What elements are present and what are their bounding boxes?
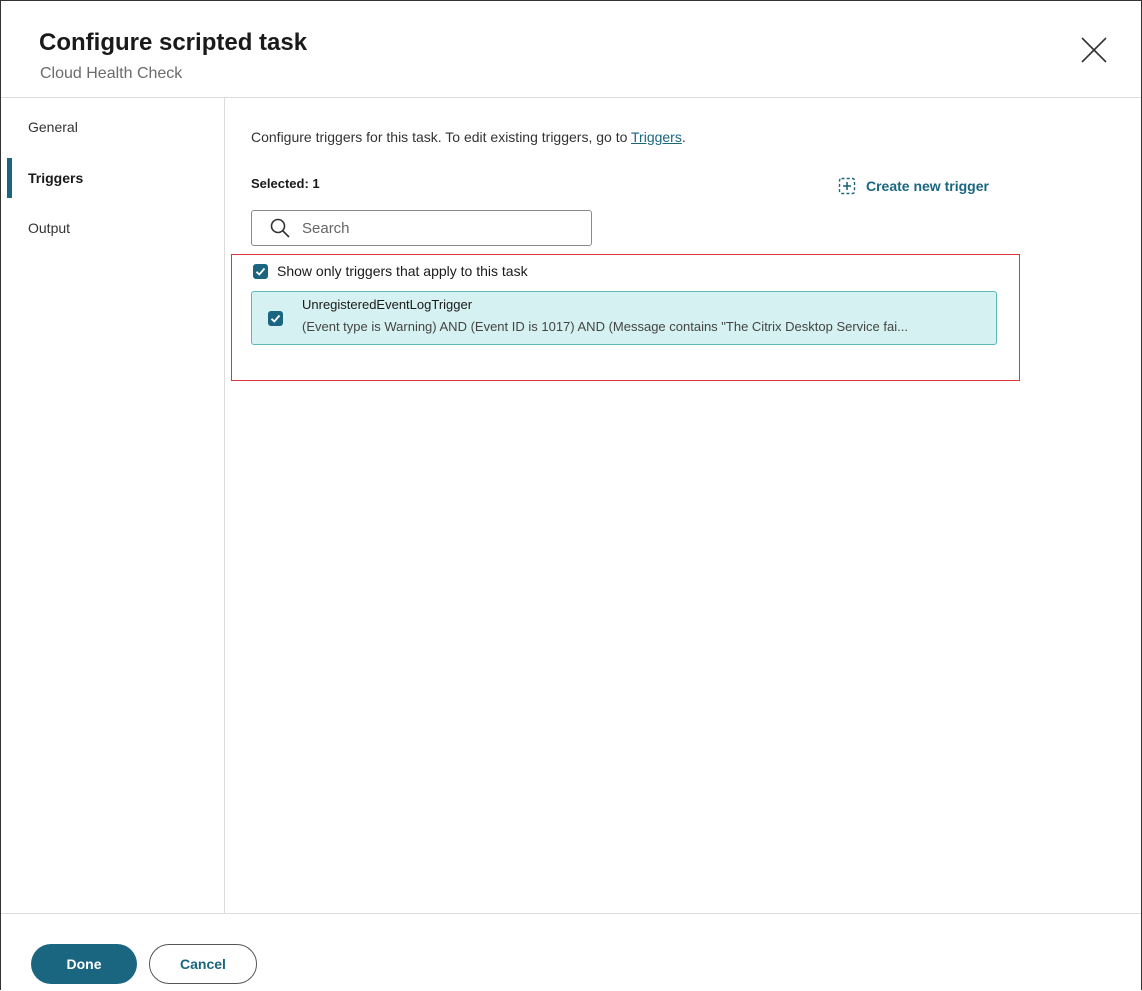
sidebar-nav: General Triggers Output [1,98,225,913]
dialog-subtitle: Cloud Health Check [40,65,183,82]
search-icon [270,218,290,238]
selected-count: Selected: 1 [251,176,320,191]
show-only-applicable-toggle[interactable]: Show only triggers that apply to this ta… [253,263,528,279]
trigger-checkbox[interactable] [268,311,283,326]
triggers-highlight-region: Show only triggers that apply to this ta… [231,254,1020,381]
trigger-list-item[interactable]: UnregisteredEventLogTrigger (Event type … [251,291,997,345]
dialog-footer: Done Cancel [1,913,1141,991]
cancel-button[interactable]: Cancel [149,944,257,984]
dialog-header: Configure scripted task Cloud Health Che… [1,1,1141,98]
triggers-panel: Configure triggers for this task. To edi… [226,98,1142,913]
show-only-checkbox[interactable] [253,263,268,279]
check-icon [270,314,281,323]
create-new-trigger-label: Create new trigger [866,178,989,194]
sidebar-item-general[interactable]: General [1,107,224,147]
intro-text: Configure triggers for this task. To edi… [251,129,686,145]
done-button[interactable]: Done [31,944,137,984]
close-button[interactable] [1079,35,1109,65]
sidebar-item-triggers[interactable]: Triggers [1,158,224,198]
configure-task-dialog: Configure scripted task Cloud Health Che… [0,0,1142,990]
sidebar-item-output[interactable]: Output [1,208,224,248]
intro-text-body: Configure triggers for this task. To edi… [251,129,632,145]
intro-text-end: . [681,129,686,145]
add-box-icon [838,177,856,195]
trigger-description: (Event type is Warning) AND (Event ID is… [302,319,908,334]
search-input[interactable] [302,219,582,237]
triggers-link[interactable]: Triggers [631,129,682,145]
create-new-trigger-button[interactable]: Create new trigger [838,177,989,195]
search-box[interactable] [251,210,592,246]
close-icon [1081,37,1107,63]
trigger-name: UnregisteredEventLogTrigger [302,297,473,312]
check-icon [255,267,266,276]
show-only-label: Show only triggers that apply to this ta… [277,263,528,279]
dialog-title: Configure scripted task [39,29,308,56]
